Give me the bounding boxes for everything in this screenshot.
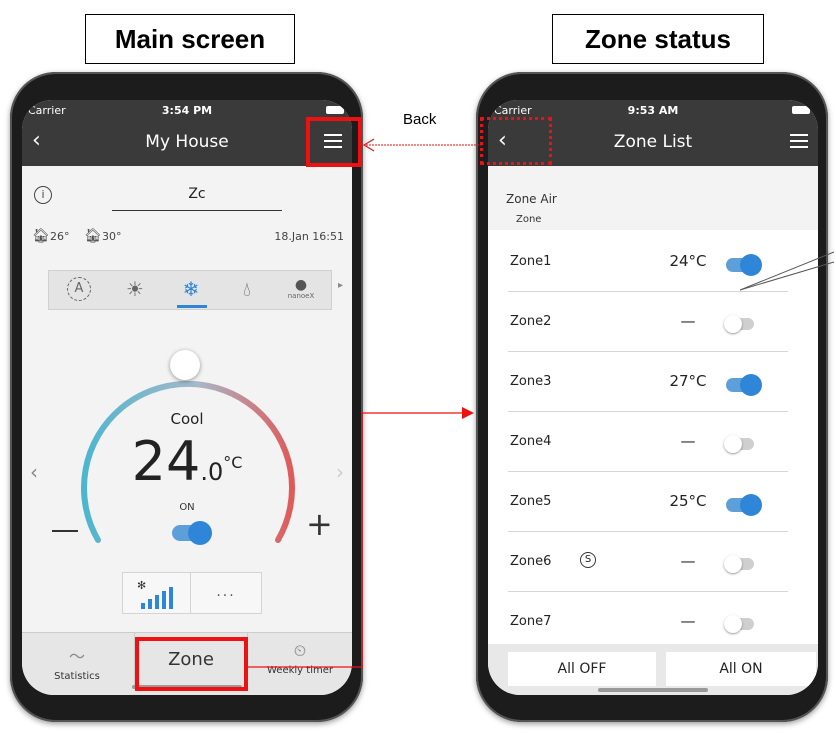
zone-temp: — xyxy=(680,312,696,330)
all-on-button[interactable]: All ON xyxy=(666,652,816,686)
zone-tab-highlight-box xyxy=(135,637,248,691)
temp-integer: 24 xyxy=(131,430,201,493)
zone-connector-arrow xyxy=(248,407,474,668)
fan-speed-button[interactable]: ✻ xyxy=(122,572,192,614)
zone-temp: — xyxy=(680,612,696,630)
auto-mode-icon[interactable]: A xyxy=(51,271,107,307)
zone4-toggle[interactable] xyxy=(724,435,754,453)
cool-mode-icon[interactable]: ❄ xyxy=(163,271,219,307)
zone1-callout xyxy=(740,251,835,291)
nanoe-label: nanoeX xyxy=(287,292,315,300)
zone3-toggle-knob xyxy=(740,374,762,396)
zone7-toggle-knob xyxy=(724,615,742,633)
zone-name: Zone1 xyxy=(510,254,552,269)
nav-bar: ‹ My House xyxy=(22,120,352,166)
zone6-toggle-knob xyxy=(724,555,742,573)
mode-selector: A ☀ ❄ 💧︎ ● nanoeX xyxy=(48,270,332,310)
zone-name: Zone3 xyxy=(510,374,552,389)
zone-phone-frame: Carrier 9:53 AM ‹ Zone List Zone Air Zon… xyxy=(476,72,828,722)
back-highlight-box xyxy=(480,117,552,165)
more-label: ... xyxy=(216,584,236,600)
all-off-button[interactable]: All OFF xyxy=(508,652,656,686)
nanoe-mode-icon[interactable]: ● nanoeX xyxy=(273,271,329,307)
zone-row[interactable]: Zone2 — xyxy=(488,292,818,352)
zone-hamburger-menu-icon[interactable] xyxy=(790,134,808,148)
statistics-label: Statistics xyxy=(54,671,100,682)
temp-decimal: .0 xyxy=(200,458,224,486)
zone4-toggle-knob xyxy=(724,435,742,453)
zone-temp: — xyxy=(680,552,696,570)
zone-name: Zone6 xyxy=(510,554,552,569)
zone-name: Zone4 xyxy=(510,434,552,449)
zone-row[interactable]: Zone6 S — xyxy=(488,532,818,592)
info-icon[interactable]: i xyxy=(34,186,52,204)
tab-statistics[interactable]: 〜 Statistics xyxy=(22,633,132,685)
power-toggle-knob xyxy=(188,521,212,545)
zone-temp: — xyxy=(680,432,696,450)
zone2-toggle[interactable] xyxy=(724,315,754,333)
zone-row[interactable]: Zone3 27°C xyxy=(488,352,818,412)
section-title: Zone Air xyxy=(506,192,557,206)
zone-status-caption: Zone status xyxy=(552,14,764,64)
power-toggle[interactable] xyxy=(172,521,212,545)
zone-name: Zone5 xyxy=(510,494,552,509)
back-annotation: Back xyxy=(403,111,437,128)
zone3-toggle[interactable] xyxy=(726,374,762,396)
status-time: 3:54 PM xyxy=(161,104,213,117)
main-screen-caption: Main screen xyxy=(85,14,295,64)
statistics-icon: 〜 xyxy=(68,647,85,666)
zone-screen: Carrier 9:53 AM ‹ Zone List Zone Air Zon… xyxy=(488,100,818,695)
zone-status-time: 9:53 AM xyxy=(627,104,679,117)
outdoor-temp: 30° xyxy=(102,230,122,243)
menu-highlight-box xyxy=(306,117,362,167)
column-header: Zone xyxy=(516,214,542,225)
zone-name: Zone7 xyxy=(510,614,552,629)
mode-label: Cool xyxy=(170,410,204,428)
status-bar: Carrier 3:54 PM xyxy=(22,100,352,120)
dial-handle[interactable] xyxy=(170,350,200,380)
indoor-temp: 26° xyxy=(50,230,70,243)
zone-row[interactable]: Zone5 25°C xyxy=(488,472,818,532)
battery-icon xyxy=(326,106,344,114)
heat-mode-icon[interactable]: ☀ xyxy=(107,271,163,307)
zone-temp: 27°C xyxy=(669,372,707,390)
zone-temp: 24°C xyxy=(669,252,707,270)
mode-next-arrow-icon[interactable]: ▸ xyxy=(338,280,343,291)
zone-home-indicator xyxy=(598,688,708,692)
date-time: 18.Jan 16:51 xyxy=(274,230,344,243)
fan-level-icon xyxy=(141,587,173,609)
dry-mode-icon[interactable]: 💧︎ xyxy=(219,271,275,307)
decrease-temp-button[interactable] xyxy=(52,530,78,532)
zone7-toggle[interactable] xyxy=(724,615,754,633)
device-name-underline xyxy=(112,210,282,211)
zone-battery-icon xyxy=(792,106,810,114)
zone-row[interactable]: Zone4 — xyxy=(488,412,818,472)
zone-row[interactable]: Zone7 — xyxy=(488,592,818,652)
zone-temp: 25°C xyxy=(669,492,707,510)
outdoor-temp-icon: 🏠︎ xyxy=(84,228,102,244)
back-arrow xyxy=(362,138,482,152)
device-name: Zc xyxy=(188,186,206,202)
zone5-toggle[interactable] xyxy=(726,494,762,516)
power-label: ON xyxy=(179,502,195,513)
cool-mode-underline xyxy=(177,305,207,308)
zone6-toggle[interactable] xyxy=(724,555,754,573)
temp-prev-arrow-icon[interactable]: ‹ xyxy=(30,460,38,484)
schedule-s-icon: S xyxy=(580,552,596,568)
zone-name: Zone2 xyxy=(510,314,552,329)
page-title: My House xyxy=(145,132,229,152)
indoor-temp-icon: 🏠︎ xyxy=(32,228,50,244)
zone2-toggle-knob xyxy=(724,315,742,333)
zone5-toggle-knob xyxy=(740,494,762,516)
